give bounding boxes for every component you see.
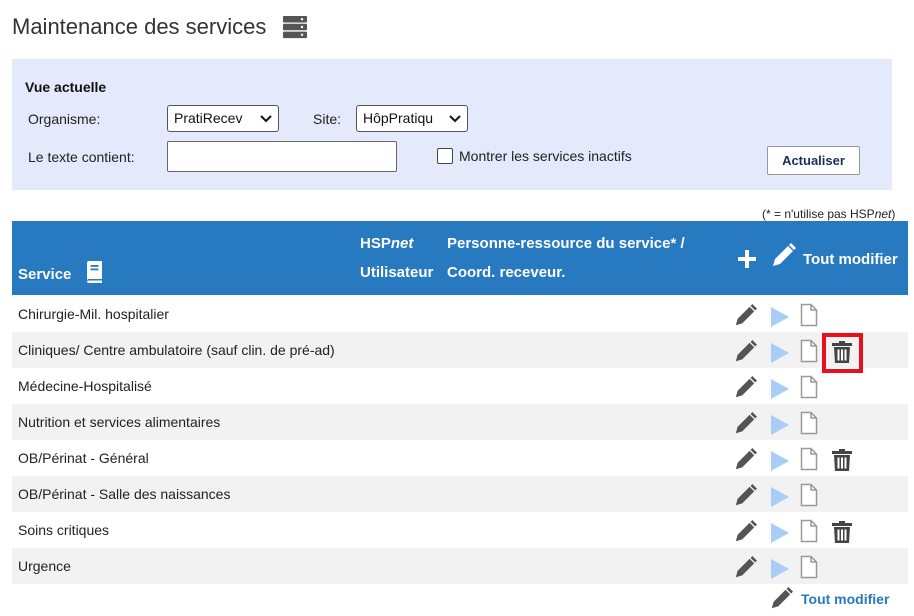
hspnet-note: (* = n'utilise pas HSPnet) xyxy=(762,207,896,221)
play-icon[interactable] xyxy=(769,486,789,508)
refresh-button[interactable]: Actualiser xyxy=(767,146,860,175)
page-title: Maintenance des services xyxy=(12,14,267,39)
footer-edit-all-label: Tout modifier xyxy=(801,591,890,607)
document-icon[interactable] xyxy=(800,519,818,543)
pencil-icon[interactable] xyxy=(733,340,757,364)
play-icon[interactable] xyxy=(769,522,789,544)
service-name: Nutrition et services alimentaires xyxy=(18,414,221,430)
header-contact-line1: Personne-ressource du service* / xyxy=(447,235,685,252)
organism-label: Organisme: xyxy=(28,111,101,127)
table-row: OB/Périnat - Général xyxy=(12,440,908,476)
service-name: Soins critiques xyxy=(18,522,110,538)
pencil-icon[interactable] xyxy=(733,376,757,400)
header-user: Utilisateur xyxy=(360,264,434,281)
service-name: Urgence xyxy=(18,558,71,574)
site-label: Site: xyxy=(313,111,342,127)
footer-edit-all-button[interactable]: Tout modifier xyxy=(769,587,889,611)
service-name: OB/Périnat - Général xyxy=(18,450,149,466)
pencil-icon xyxy=(771,587,793,609)
service-name: Médecine-Hospitalisé xyxy=(18,378,152,394)
play-icon[interactable] xyxy=(769,414,789,436)
server-stack-icon xyxy=(283,16,308,39)
book-icon[interactable] xyxy=(85,261,103,283)
table-row: Soins critiques xyxy=(12,512,908,548)
service-name: Chirurgie-Mil. hospitalier xyxy=(18,306,169,322)
trash-icon[interactable] xyxy=(832,449,852,471)
pencil-icon[interactable] xyxy=(770,243,796,269)
pencil-icon[interactable] xyxy=(733,556,757,580)
play-icon[interactable] xyxy=(769,378,789,400)
play-icon[interactable] xyxy=(769,306,789,328)
pencil-icon[interactable] xyxy=(733,412,757,436)
service-name: Cliniques/ Centre ambulatoire (sauf clin… xyxy=(18,342,335,358)
header-service[interactable]: Service xyxy=(18,266,71,283)
table-row: OB/Périnat - Salle des naissances xyxy=(12,476,908,512)
document-icon[interactable] xyxy=(800,447,818,471)
document-icon[interactable] xyxy=(800,303,818,327)
chevron-down-icon xyxy=(449,115,461,123)
page-title-wrap: Maintenance des services xyxy=(12,14,308,40)
pencil-icon[interactable] xyxy=(733,520,757,544)
table-row: Nutrition et services alimentaires xyxy=(12,404,908,440)
chevron-down-icon xyxy=(260,115,272,123)
document-icon[interactable] xyxy=(800,483,818,507)
pencil-icon[interactable] xyxy=(733,304,757,328)
table-header: Service HSPnet Utilisateur Personne-ress… xyxy=(12,221,908,295)
highlight-box xyxy=(822,333,863,373)
play-icon[interactable] xyxy=(769,450,789,472)
pencil-icon[interactable] xyxy=(733,448,757,472)
play-icon[interactable] xyxy=(769,558,789,580)
header-contact-line2: Coord. receveur. xyxy=(447,264,566,281)
table-row: Chirurgie-Mil. hospitalier xyxy=(12,296,908,332)
filter-panel: Vue actuelle Organisme: PratiRecev Site:… xyxy=(12,59,892,190)
site-select[interactable]: HôpPratiqu xyxy=(356,105,468,132)
text-contains-label: Le texte contient: xyxy=(28,149,135,165)
filter-heading: Vue actuelle xyxy=(25,79,107,95)
document-icon[interactable] xyxy=(800,339,818,363)
service-name: OB/Périnat - Salle des naissances xyxy=(18,486,231,502)
organism-select[interactable]: PratiRecev xyxy=(167,105,279,132)
pencil-icon[interactable] xyxy=(733,484,757,508)
header-edit-all[interactable]: Tout modifier xyxy=(803,251,898,268)
site-select-value: HôpPratiqu xyxy=(363,110,434,126)
document-icon[interactable] xyxy=(800,555,818,579)
header-hspnet: HSPnet xyxy=(360,235,414,252)
table-row: Urgence xyxy=(12,548,908,584)
document-icon[interactable] xyxy=(800,375,818,399)
add-icon[interactable] xyxy=(738,250,756,268)
trash-icon[interactable] xyxy=(832,521,852,543)
text-contains-input[interactable] xyxy=(167,141,397,172)
show-inactive-label[interactable]: Montrer les services inactifs xyxy=(459,148,632,164)
show-inactive-checkbox[interactable] xyxy=(437,148,453,164)
organism-select-value: PratiRecev xyxy=(174,110,243,126)
play-icon[interactable] xyxy=(769,342,789,364)
document-icon[interactable] xyxy=(800,411,818,435)
table-row: Médecine-Hospitalisé xyxy=(12,368,908,404)
table-row: Cliniques/ Centre ambulatoire (sauf clin… xyxy=(12,332,908,368)
